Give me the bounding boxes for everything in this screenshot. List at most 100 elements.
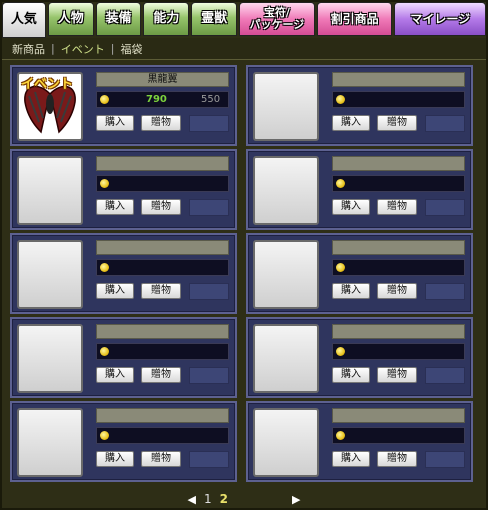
subnav-new[interactable]: 新商品 [12, 41, 45, 57]
coin-icon [100, 347, 109, 356]
coin-icon [100, 431, 109, 440]
item-price [96, 175, 229, 192]
coin-icon [336, 95, 345, 104]
item-grid: イベント 黒龍翼 790 550 購入 贈物 購入 贈物 購入 贈物 購入 贈物 [10, 65, 480, 482]
item-card: イベント 黒龍翼 790 550 購入 贈物 [10, 65, 237, 146]
buy-button[interactable]: 購入 [332, 115, 370, 131]
coin-icon [336, 263, 345, 272]
buy-button[interactable]: 購入 [96, 115, 134, 131]
item-thumbnail[interactable] [17, 240, 83, 309]
item-name [332, 156, 465, 171]
gift-button[interactable]: 贈物 [377, 451, 417, 467]
sale-price: 790 [146, 94, 167, 105]
buy-button[interactable]: 購入 [332, 451, 370, 467]
item-card: 購入 贈物 [10, 233, 237, 314]
gift-button[interactable]: 贈物 [377, 115, 417, 131]
tab-packages[interactable]: 宝符/ パッケージ [239, 2, 315, 36]
item-slot-empty [425, 451, 465, 468]
item-card: 購入 贈物 [10, 317, 237, 398]
coin-icon [100, 179, 109, 188]
buy-button[interactable]: 購入 [96, 199, 134, 215]
item-slot-empty [425, 199, 465, 216]
gift-button[interactable]: 贈物 [141, 283, 181, 299]
coin-icon [100, 95, 109, 104]
item-thumbnail[interactable] [17, 408, 83, 477]
item-thumbnail[interactable] [17, 324, 83, 393]
buy-button[interactable]: 購入 [96, 283, 134, 299]
item-slot-empty [189, 367, 229, 384]
item-name: 黒龍翼 [96, 72, 229, 87]
item-price [332, 259, 465, 276]
subnav-separator: | [51, 42, 55, 55]
tab-abilities[interactable]: 能力 [143, 2, 190, 36]
item-card: 購入 贈物 [246, 233, 473, 314]
buy-button[interactable]: 購入 [96, 451, 134, 467]
item-price [96, 343, 229, 360]
item-name [96, 408, 229, 423]
item-price [332, 427, 465, 444]
tab-discount[interactable]: 割引商品 [316, 2, 393, 36]
item-thumbnail[interactable] [17, 156, 83, 225]
buy-button[interactable]: 購入 [332, 367, 370, 383]
coin-icon [336, 179, 345, 188]
item-price [96, 427, 229, 444]
item-slot-empty [189, 283, 229, 300]
tab-characters[interactable]: 人物 [47, 2, 94, 36]
item-thumbnail[interactable]: イベント [17, 72, 83, 141]
buy-button[interactable]: 購入 [332, 283, 370, 299]
gift-button[interactable]: 贈物 [377, 199, 417, 215]
buy-button[interactable]: 購入 [332, 199, 370, 215]
item-slot-empty [189, 115, 229, 132]
item-price [332, 91, 465, 108]
item-slot-empty [189, 199, 229, 216]
gift-button[interactable]: 贈物 [141, 115, 181, 131]
item-card: 購入 贈物 [246, 401, 473, 482]
item-price [332, 343, 465, 360]
original-price: 550 [201, 94, 221, 105]
gift-button[interactable]: 贈物 [141, 451, 181, 467]
item-slot-empty [425, 367, 465, 384]
item-name [96, 156, 229, 171]
tab-mileage[interactable]: マイレージ [394, 2, 487, 36]
item-card: 購入 贈物 [246, 317, 473, 398]
item-name [332, 72, 465, 87]
item-card: 購入 贈物 [246, 149, 473, 230]
sub-category-nav: 新商品 | イベント | 福袋 [2, 38, 486, 60]
page-2[interactable]: 2 [220, 492, 228, 506]
item-name [96, 324, 229, 339]
tab-equipment[interactable]: 装備 [95, 2, 142, 36]
item-thumbnail[interactable] [253, 240, 319, 309]
item-name [332, 408, 465, 423]
item-slot-empty [425, 115, 465, 132]
gift-button[interactable]: 贈物 [377, 283, 417, 299]
item-slot-empty [425, 283, 465, 300]
gift-button[interactable]: 贈物 [141, 367, 181, 383]
gift-button[interactable]: 贈物 [377, 367, 417, 383]
subnav-lucky-bag[interactable]: 福袋 [120, 41, 142, 57]
item-price [96, 259, 229, 276]
tab-popular[interactable]: 人気 [2, 2, 46, 38]
item-thumbnail[interactable] [253, 156, 319, 225]
item-name [332, 324, 465, 339]
next-page-arrow-icon[interactable]: ▶ [292, 493, 300, 506]
item-name [332, 240, 465, 255]
item-thumbnail[interactable] [253, 408, 319, 477]
page-1[interactable]: 1 [204, 492, 212, 506]
pagination: ◀ 1 2 ▶ [0, 490, 488, 508]
item-slot-empty [189, 451, 229, 468]
item-thumbnail[interactable] [253, 324, 319, 393]
buy-button[interactable]: 購入 [96, 367, 134, 383]
tab-spirit-beasts[interactable]: 霊獣 [191, 2, 238, 36]
item-card: 購入 贈物 [10, 149, 237, 230]
subnav-event[interactable]: イベント [61, 41, 105, 57]
item-price: 790 550 [96, 91, 229, 108]
prev-page-arrow-icon[interactable]: ◀ [188, 493, 196, 506]
coin-icon [100, 263, 109, 272]
item-card: 購入 贈物 [246, 65, 473, 146]
coin-icon [336, 347, 345, 356]
gift-button[interactable]: 贈物 [141, 199, 181, 215]
event-badge: イベント [21, 77, 74, 92]
subnav-separator: | [110, 42, 115, 55]
item-name [96, 240, 229, 255]
item-thumbnail[interactable] [253, 72, 319, 141]
